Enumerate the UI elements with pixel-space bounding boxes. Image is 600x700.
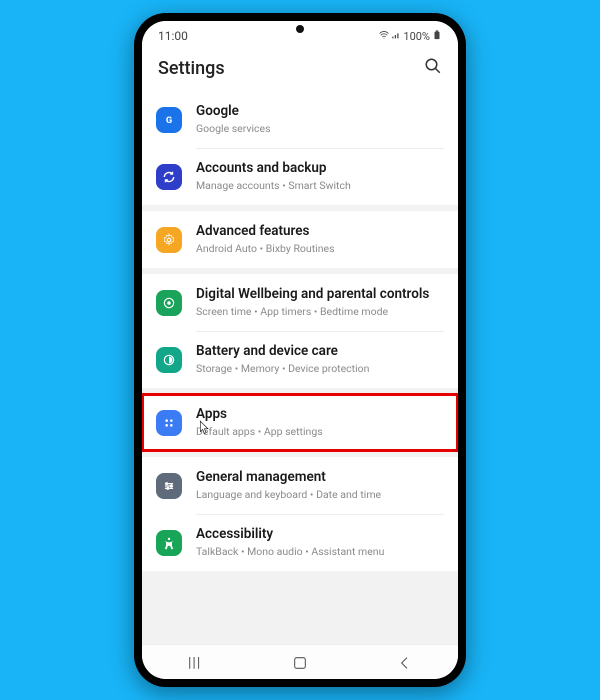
page-title: Settings xyxy=(158,58,225,79)
item-text: Google Google services xyxy=(196,103,271,136)
item-text: Advanced features Android Auto • Bixby Ro… xyxy=(196,223,334,256)
battery-icon xyxy=(432,30,442,43)
item-subtitle: Language and keyboard • Date and time xyxy=(196,488,381,502)
settings-header: Settings xyxy=(142,47,458,91)
item-text: General management Language and keyboard … xyxy=(196,469,381,502)
battery-percent: 100% xyxy=(403,30,430,43)
screen: 11:00 100% Settings G Google Google servic… xyxy=(142,21,458,679)
item-subtitle: Google services xyxy=(196,122,271,136)
phone-frame: 11:00 100% Settings G Google Google servic… xyxy=(134,13,466,687)
apps-icon xyxy=(156,410,182,436)
item-title: Accounts and backup xyxy=(196,160,351,177)
settings-item-advanced[interactable]: Advanced features Android Auto • Bixby Ro… xyxy=(142,211,458,268)
nav-bar: ||| xyxy=(142,644,458,679)
item-title: Apps xyxy=(196,406,323,423)
settings-item-accounts[interactable]: Accounts and backup Manage accounts • Sma… xyxy=(142,148,458,205)
item-text: Digital Wellbeing and parental controls S… xyxy=(196,286,429,319)
settings-group: General management Language and keyboard … xyxy=(142,457,458,571)
search-icon[interactable] xyxy=(424,57,442,79)
item-subtitle: Manage accounts • Smart Switch xyxy=(196,179,351,193)
settings-item-apps[interactable]: Apps Default apps • App settings xyxy=(142,394,458,451)
item-text: Accessibility TalkBack • Mono audio • Ass… xyxy=(196,526,384,559)
item-title: General management xyxy=(196,469,381,486)
accessibility-icon xyxy=(156,530,182,556)
status-time: 11:00 xyxy=(158,29,188,43)
gear-icon xyxy=(156,227,182,253)
item-title: Digital Wellbeing and parental controls xyxy=(196,286,429,303)
settings-item-wellbeing[interactable]: Digital Wellbeing and parental controls S… xyxy=(142,274,458,331)
google-icon: G xyxy=(156,107,182,133)
item-subtitle: Storage • Memory • Device protection xyxy=(196,362,369,376)
status-right: 100% xyxy=(379,30,442,43)
item-subtitle: TalkBack • Mono audio • Assistant menu xyxy=(196,545,384,559)
wellbeing-icon xyxy=(156,290,182,316)
item-title: Advanced features xyxy=(196,223,334,240)
item-title: Accessibility xyxy=(196,526,384,543)
svg-text:G: G xyxy=(166,114,172,125)
settings-group: Apps Default apps • App settings xyxy=(142,394,458,457)
wifi-icon xyxy=(379,30,389,43)
nav-back[interactable] xyxy=(385,655,425,671)
settings-group: Digital Wellbeing and parental controls S… xyxy=(142,274,458,394)
item-text: Battery and device care Storage • Memory … xyxy=(196,343,369,376)
item-title: Battery and device care xyxy=(196,343,369,360)
item-text: Apps Default apps • App settings xyxy=(196,406,323,439)
settings-item-accessibility[interactable]: Accessibility TalkBack • Mono audio • Ass… xyxy=(142,514,458,571)
item-subtitle: Android Auto • Bixby Routines xyxy=(196,242,334,256)
item-subtitle: Screen time • App timers • Bedtime mode xyxy=(196,305,429,319)
item-title: Google xyxy=(196,103,271,120)
settings-list: G Google Google services Accounts and backu… xyxy=(142,91,458,644)
item-text: Accounts and backup Manage accounts • Sma… xyxy=(196,160,351,193)
battery-icon xyxy=(156,347,182,373)
general-icon xyxy=(156,473,182,499)
settings-item-general[interactable]: General management Language and keyboard … xyxy=(142,457,458,514)
settings-item-battery[interactable]: Battery and device care Storage • Memory … xyxy=(142,331,458,388)
item-subtitle: Default apps • App settings xyxy=(196,425,323,439)
settings-item-google[interactable]: G Google Google services xyxy=(142,91,458,148)
sync-icon xyxy=(156,164,182,190)
settings-group: Advanced features Android Auto • Bixby Ro… xyxy=(142,211,458,274)
nav-recent[interactable]: ||| xyxy=(175,655,215,671)
signal-icon xyxy=(391,30,401,43)
nav-home[interactable] xyxy=(280,655,320,671)
front-camera xyxy=(296,25,304,33)
settings-group: G Google Google services Accounts and backu… xyxy=(142,91,458,211)
